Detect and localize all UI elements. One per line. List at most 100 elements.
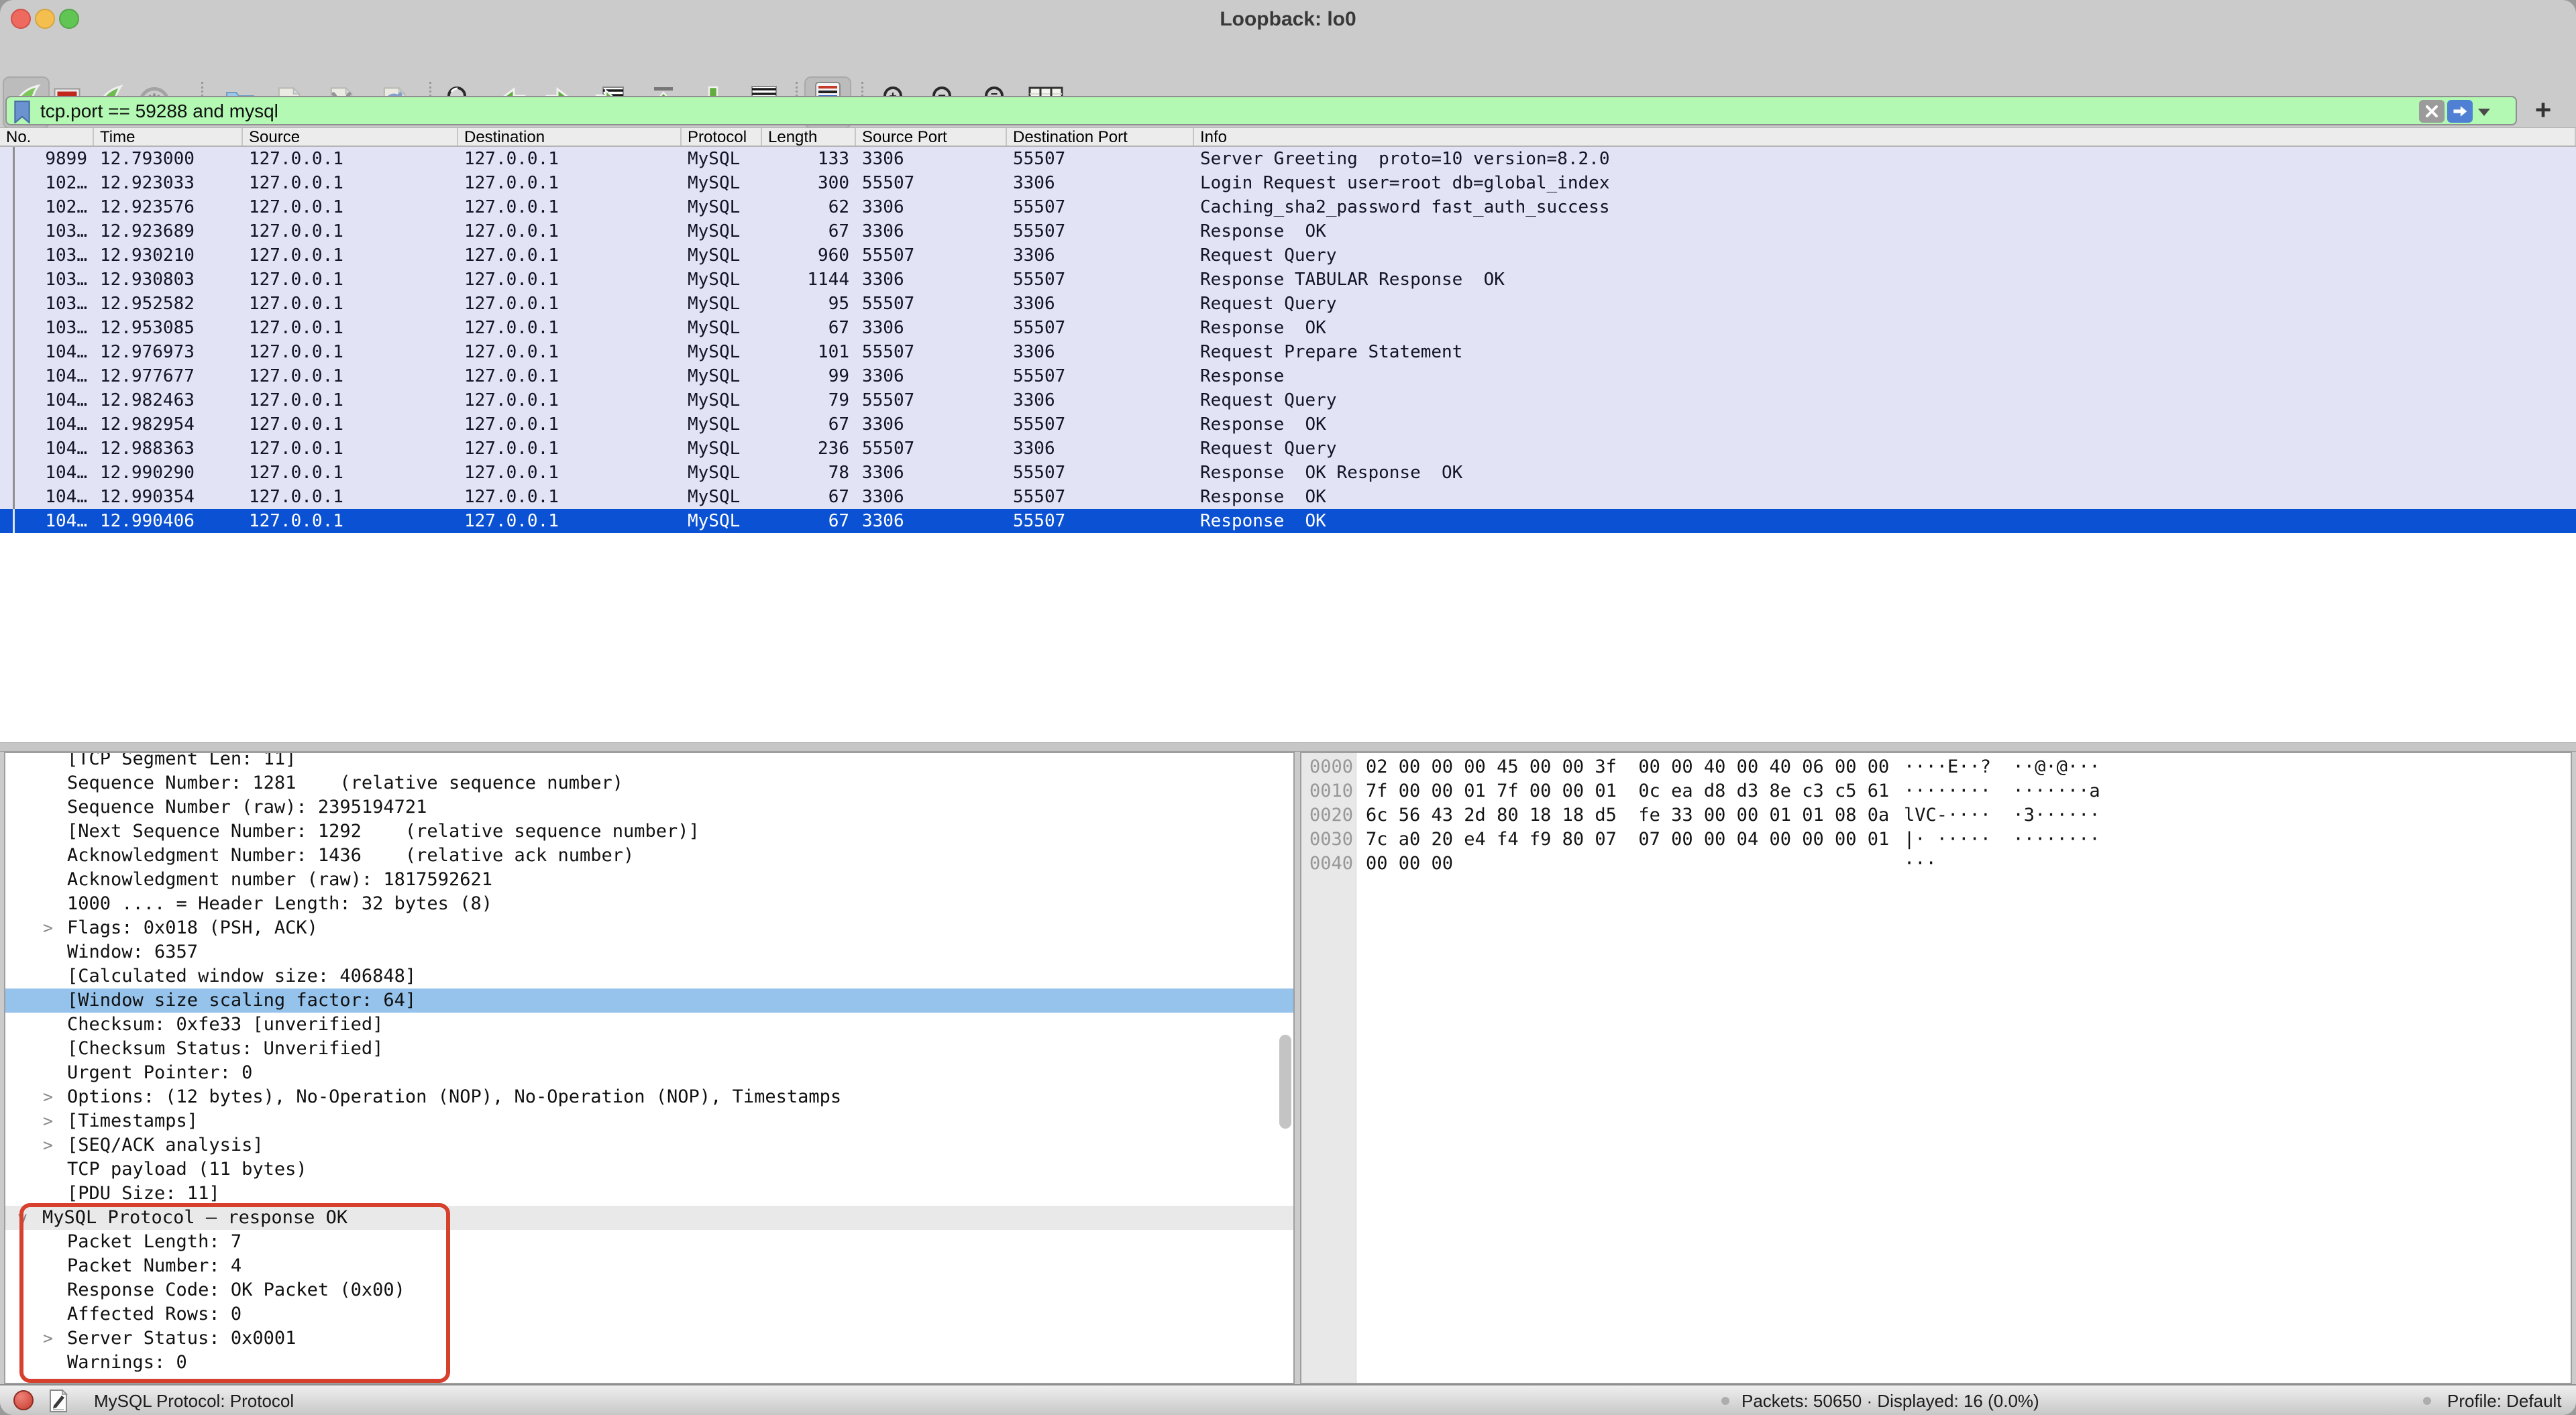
hex-row[interactable]: 00307c a0 20 e4 f4 f9 80 07 07 00 00 04 …: [1301, 828, 2571, 852]
column-header-protocol[interactable]: Protocol: [682, 128, 762, 146]
cell-destination: 127.0.0.1: [458, 509, 682, 533]
cell-src_port: 3306: [856, 147, 1007, 171]
detail-line[interactable]: Response Code: OK Packet (0x00): [5, 1278, 1293, 1302]
filter-apply-button[interactable]: [2447, 100, 2473, 123]
expander-closed-icon[interactable]: >: [43, 1326, 53, 1351]
cell-source: 127.0.0.1: [243, 412, 458, 437]
packet-row[interactable]: 104… 12.990290 127.0.0.1 127.0.0.1 MySQL…: [0, 461, 2576, 485]
packet-row[interactable]: 103… 12.953085 127.0.0.1 127.0.0.1 MySQL…: [0, 316, 2576, 340]
detail-line[interactable]: Sequence Number (raw): 2395194721: [5, 795, 1293, 819]
cell-time: 12.953085: [94, 316, 243, 340]
hex-row[interactable]: 00206c 56 43 2d 80 18 18 d5 fe 33 00 00 …: [1301, 803, 2571, 828]
expander-closed-icon[interactable]: >: [43, 1133, 53, 1157]
cell-length: 67: [762, 316, 856, 340]
packet-row[interactable]: 104… 12.977677 127.0.0.1 127.0.0.1 MySQL…: [0, 364, 2576, 388]
details-scrollbar[interactable]: [1279, 1035, 1291, 1129]
hex-ascii: |· ····· ········: [1904, 828, 2100, 852]
detail-line[interactable]: Affected Rows: 0: [5, 1302, 1293, 1326]
packet-row[interactable]: 104… 12.976973 127.0.0.1 127.0.0.1 MySQL…: [0, 340, 2576, 364]
detail-line-text: Options: (12 bytes), No-Operation (NOP),…: [67, 1085, 841, 1109]
filter-bookmark-icon[interactable]: [13, 101, 31, 127]
detail-line[interactable]: Urgent Pointer: 0: [5, 1061, 1293, 1085]
detail-line[interactable]: Acknowledgment number (raw): 1817592621: [5, 868, 1293, 892]
packet-row[interactable]: 103… 12.923689 127.0.0.1 127.0.0.1 MySQL…: [0, 219, 2576, 243]
detail-line[interactable]: [Next Sequence Number: 1292 (relative se…: [5, 819, 1293, 844]
column-header-length[interactable]: Length: [762, 128, 856, 146]
column-header-info[interactable]: Info: [1194, 128, 2576, 146]
cell-length: 300: [762, 171, 856, 195]
packet-row[interactable]: 103… 12.930803 127.0.0.1 127.0.0.1 MySQL…: [0, 268, 2576, 292]
column-header-destination-port[interactable]: Destination Port: [1007, 128, 1194, 146]
filter-dropdown-caret[interactable]: [2478, 109, 2490, 116]
hex-offset: 0000: [1309, 755, 1353, 779]
detail-line[interactable]: Acknowledgment Number: 1436 (relative ac…: [5, 844, 1293, 868]
column-header-destination[interactable]: Destination: [458, 128, 682, 146]
cell-destination: 127.0.0.1: [458, 219, 682, 243]
cell-dst_port: 55507: [1007, 316, 1194, 340]
hex-row[interactable]: 004000 00 00···: [1301, 852, 2571, 876]
cell-protocol: MySQL: [682, 340, 762, 364]
filter-add-button[interactable]: +: [2526, 94, 2560, 127]
capture-comment-icon[interactable]: [48, 1389, 68, 1415]
packet-row[interactable]: 102… 12.923576 127.0.0.1 127.0.0.1 MySQL…: [0, 195, 2576, 219]
detail-line[interactable]: TCP payload (11 bytes): [5, 1157, 1293, 1182]
packet-list: 9899 12.793000 127.0.0.1 127.0.0.1 MySQL…: [0, 147, 2576, 533]
packet-row[interactable]: 104… 12.990406 127.0.0.1 127.0.0.1 MySQL…: [0, 509, 2576, 533]
detail-line[interactable]: [Checksum Status: Unverified]: [5, 1037, 1293, 1061]
cell-info: Login Request user=root db=global_index: [1194, 171, 2576, 195]
pane-splitter[interactable]: [0, 742, 2576, 752]
detail-line[interactable]: Sequence Number: 1281 (relative sequence…: [5, 771, 1293, 795]
expander-closed-icon[interactable]: >: [43, 1109, 53, 1133]
packet-row[interactable]: 104… 12.988363 127.0.0.1 127.0.0.1 MySQL…: [0, 437, 2576, 461]
main-toolbar: ⚙ 01010 01101 01110: [0, 38, 2576, 94]
detail-line[interactable]: > Options: (12 bytes), No-Operation (NOP)…: [5, 1085, 1293, 1109]
detail-line[interactable]: >Server Status: 0x0001: [5, 1326, 1293, 1351]
cell-dst_port: 3306: [1007, 292, 1194, 316]
column-header-source-port[interactable]: Source Port: [856, 128, 1007, 146]
cell-info: Response OK: [1194, 412, 2576, 437]
cell-destination: 127.0.0.1: [458, 412, 682, 437]
detail-line[interactable]: Checksum: 0xfe33 [unverified]: [5, 1013, 1293, 1037]
hex-bytes: 6c 56 43 2d 80 18 18 d5 fe 33 00 00 01 0…: [1366, 803, 1889, 828]
cell-protocol: MySQL: [682, 461, 762, 485]
detail-line[interactable]: vMySQL Protocol – response OK: [5, 1206, 1293, 1230]
detail-line[interactable]: >[SEQ/ACK analysis]: [5, 1133, 1293, 1157]
expander-open-icon[interactable]: v: [17, 1206, 28, 1230]
detail-line[interactable]: 1000 .... = Header Length: 32 bytes (8): [5, 892, 1293, 916]
detail-line[interactable]: Window: 6357: [5, 940, 1293, 964]
status-profile[interactable]: Profile: Default: [2447, 1385, 2562, 1415]
detail-line[interactable]: Warnings: 0: [5, 1351, 1293, 1375]
cell-src_port: 3306: [856, 461, 1007, 485]
detail-line[interactable]: [TCP Segment Len: 11]: [5, 752, 1293, 771]
detail-line[interactable]: >[Timestamps]: [5, 1109, 1293, 1133]
detail-line[interactable]: [Window size scaling factor: 64]: [5, 988, 1293, 1013]
cell-info: Caching_sha2_password fast_auth_success: [1194, 195, 2576, 219]
packet-row[interactable]: 103… 12.930210 127.0.0.1 127.0.0.1 MySQL…: [0, 243, 2576, 268]
hex-row[interactable]: 000002 00 00 00 45 00 00 3f 00 00 40 00 …: [1301, 755, 2571, 779]
detail-line[interactable]: >Flags: 0x018 (PSH, ACK): [5, 916, 1293, 940]
cell-info: Request Prepare Statement: [1194, 340, 2576, 364]
hex-row[interactable]: 00107f 00 00 01 7f 00 00 01 0c ea d8 d3 …: [1301, 779, 2571, 803]
detail-line[interactable]: Packet Length: 7: [5, 1230, 1293, 1254]
cell-protocol: MySQL: [682, 388, 762, 412]
packet-row[interactable]: 104… 12.990354 127.0.0.1 127.0.0.1 MySQL…: [0, 485, 2576, 509]
hex-bytes: 7c a0 20 e4 f4 f9 80 07 07 00 00 04 00 0…: [1366, 828, 1889, 852]
detail-line[interactable]: Packet Number: 4: [5, 1254, 1293, 1278]
display-filter-input[interactable]: tcp.port == 59288 and mysql: [5, 96, 2517, 125]
expander-closed-icon[interactable]: >: [43, 916, 53, 940]
filter-clear-button[interactable]: [2419, 100, 2445, 123]
packet-row[interactable]: 102… 12.923033 127.0.0.1 127.0.0.1 MySQL…: [0, 171, 2576, 195]
detail-line[interactable]: [Calculated window size: 406848]: [5, 964, 1293, 988]
column-header-no[interactable]: No.: [0, 128, 94, 146]
detail-line[interactable]: [PDU Size: 11]: [5, 1182, 1293, 1206]
packet-row[interactable]: 9899 12.793000 127.0.0.1 127.0.0.1 MySQL…: [0, 147, 2576, 171]
packet-row[interactable]: 104… 12.982463 127.0.0.1 127.0.0.1 MySQL…: [0, 388, 2576, 412]
packet-row[interactable]: 104… 12.982954 127.0.0.1 127.0.0.1 MySQL…: [0, 412, 2576, 437]
expert-info-icon[interactable]: [13, 1390, 34, 1410]
packet-row[interactable]: 103… 12.952582 127.0.0.1 127.0.0.1 MySQL…: [0, 292, 2576, 316]
expander-closed-icon[interactable]: >: [43, 1085, 53, 1109]
column-header-source[interactable]: Source: [243, 128, 458, 146]
column-header-time[interactable]: Time: [94, 128, 243, 146]
cell-time: 12.990406: [94, 509, 243, 533]
cell-src_port: 3306: [856, 509, 1007, 533]
